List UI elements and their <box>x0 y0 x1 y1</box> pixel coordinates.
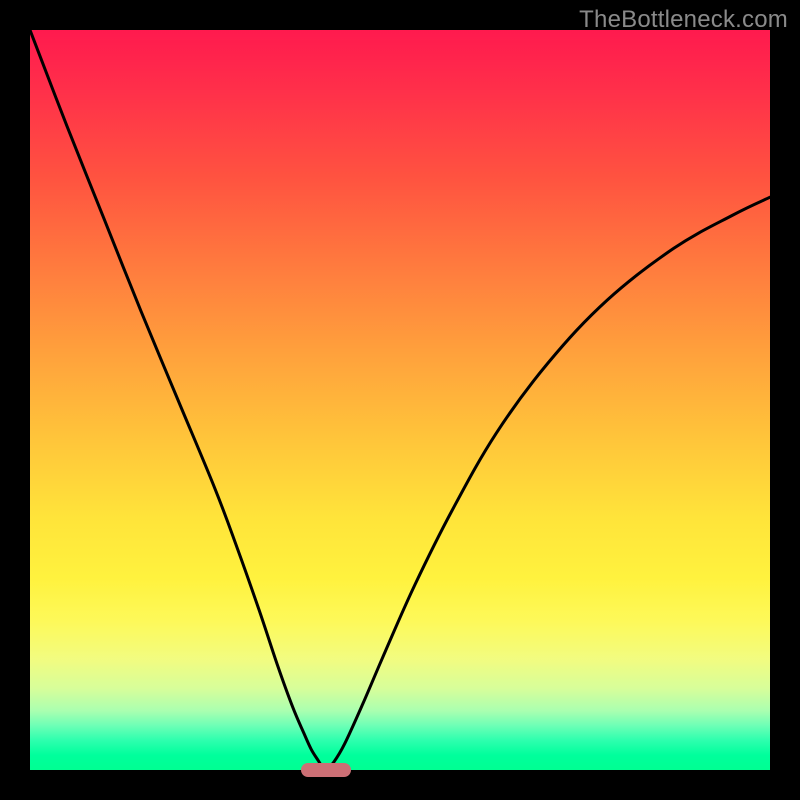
chart-frame: TheBottleneck.com <box>0 0 800 800</box>
bottleneck-curve-right <box>326 197 770 770</box>
plot-area <box>30 30 770 770</box>
curve-layer <box>30 30 770 770</box>
optimal-marker <box>301 763 351 777</box>
bottleneck-curve-left <box>30 30 326 770</box>
